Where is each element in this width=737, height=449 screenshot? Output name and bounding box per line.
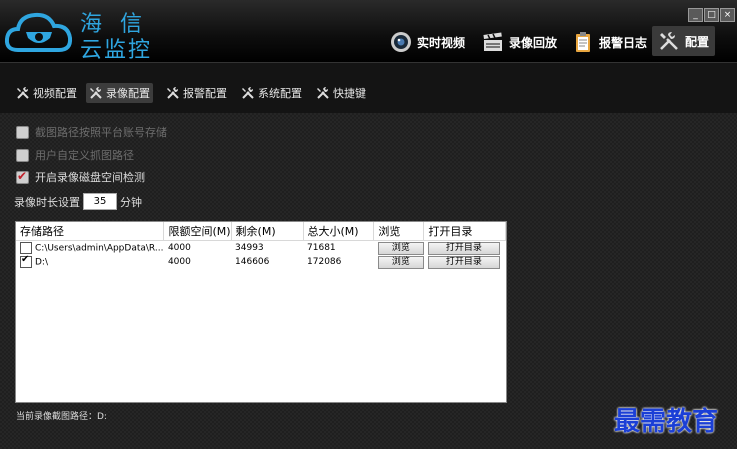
tab-video-config[interactable]: 视频配置 [13, 83, 80, 103]
nav-playback[interactable]: 录像回放 [482, 28, 557, 56]
tools-icon [242, 87, 254, 99]
close-button[interactable]: × [720, 8, 735, 22]
custom-snapshot-path-checkbox[interactable] [16, 148, 29, 162]
tools-icon [90, 87, 102, 99]
clipboard-icon [576, 32, 590, 52]
row-checkbox[interactable] [20, 254, 32, 268]
nav-label: 录像回放 [509, 35, 558, 50]
open-dir-cell: 打开目录 [424, 241, 506, 256]
tools-icon [17, 87, 29, 99]
path-text: C:\Users\admin\AppData\R... [35, 243, 164, 254]
quota-cell: 4000 [167, 243, 191, 253]
cloud-camera-logo-icon [4, 12, 73, 52]
config-tab-bar: 视频配置 录像配置 报警配置 系统配置 快捷键 [0, 62, 737, 114]
option-label: 用户自定义抓图路径 [35, 149, 134, 162]
row-checkbox[interactable] [20, 242, 32, 254]
storage-table: 存储路径 限额空间(M) 剩余(M) 总大小(M) 浏览 打开目录 C:\Use… [16, 222, 506, 269]
quota-cell: 4000 [167, 257, 191, 267]
snapshot-by-account-checkbox[interactable] [16, 125, 29, 139]
option-label: 开启录像磁盘空间检测 [35, 171, 145, 184]
record-duration-row: 录像时长设置 35 分钟 [14, 193, 142, 210]
duration-input[interactable]: 35 [83, 193, 117, 210]
table-header-row: 存储路径 限额空间(M) 剩余(M) 总大小(M) 浏览 打开目录 [16, 222, 506, 241]
top-header: 海信 云监控 实时视频 录像回放 报警日志 配置 _ □ × [0, 0, 737, 63]
path-cell: C:\Users\admin\AppData\R... [16, 241, 164, 256]
nav-label: 报警日志 [599, 35, 648, 50]
tab-record-config[interactable]: 录像配置 [86, 83, 153, 103]
nav-alarm-log[interactable]: 报警日志 [572, 28, 647, 56]
browse-button[interactable]: 浏览 [377, 241, 424, 255]
path-text: D:\ [35, 257, 48, 268]
column-header: 打开目录 [423, 222, 506, 241]
tools-icon [660, 32, 678, 50]
tab-label: 报警配置 [183, 87, 227, 100]
option-label: 截图路径按照平台账号存储 [35, 126, 167, 139]
logo-text-line2: 云监控 [80, 38, 153, 63]
column-header: 总大小(M) [303, 222, 375, 241]
disk-space-check-option[interactable]: 开启录像磁盘空间检测 [16, 169, 145, 185]
free-cell: 146606 [235, 257, 270, 267]
maximize-button[interactable]: □ [704, 8, 719, 22]
tools-icon [317, 87, 329, 99]
nav-config[interactable]: 配置 [652, 26, 716, 56]
tab-alarm-config[interactable]: 报警配置 [163, 83, 230, 103]
snapshot-by-account-option[interactable]: 截图路径按照平台账号存储 [16, 124, 167, 140]
table-row[interactable]: C:\Users\admin\AppData\R... 4000 34993 7… [16, 241, 506, 256]
column-header: 存储路径 [16, 222, 165, 241]
total-cell: 71681 [307, 243, 336, 253]
tools-icon [167, 87, 179, 99]
disk-space-check-checkbox[interactable] [16, 169, 29, 184]
tab-shortcuts[interactable]: 快捷键 [313, 83, 369, 103]
browse-cell: 浏览 [374, 255, 424, 269]
free-cell: 34993 [235, 243, 264, 253]
duration-label: 录像时长设置 [14, 195, 80, 209]
camera-lens-icon [391, 32, 411, 52]
tab-label: 快捷键 [333, 87, 366, 100]
tab-label: 录像配置 [106, 87, 150, 100]
duration-unit: 分钟 [120, 195, 142, 209]
nav-label: 配置 [685, 34, 710, 49]
watermark-text: 最需教育 [614, 407, 719, 437]
nav-live-video[interactable]: 实时视频 [390, 28, 465, 56]
custom-snapshot-path-option[interactable]: 用户自定义抓图路径 [16, 147, 134, 163]
tab-system-config[interactable]: 系统配置 [238, 83, 305, 103]
storage-table-panel: 存储路径 限额空间(M) 剩余(M) 总大小(M) 浏览 打开目录 C:\Use… [15, 221, 507, 403]
current-record-path: 当前录像截图路径：D: [16, 412, 107, 422]
minimize-button[interactable]: _ [688, 8, 703, 22]
record-config-panel: 截图路径按照平台账号存储 用户自定义抓图路径 开启录像磁盘空间检测 录像时长设置… [0, 113, 737, 449]
path-cell: D:\ [16, 254, 164, 269]
tab-label: 视频配置 [33, 87, 77, 100]
total-cell: 172086 [307, 257, 342, 267]
nav-label: 实时视频 [417, 35, 466, 50]
window-controls: _ □ × [688, 8, 735, 22]
browse-cell: 浏览 [374, 241, 424, 256]
table-row[interactable]: D:\ 4000 146606 172086 浏览 打开目录 [16, 254, 506, 269]
column-header: 剩余(M) [231, 222, 304, 241]
column-header: 浏览 [373, 222, 425, 241]
clapperboard-icon [483, 32, 502, 51]
tab-label: 系统配置 [258, 87, 302, 100]
open-directory-button[interactable]: 打开目录 [427, 255, 500, 269]
column-header: 限额空间(M) [163, 222, 232, 241]
open-directory-button[interactable]: 打开目录 [427, 241, 500, 255]
open-dir-cell: 打开目录 [424, 255, 506, 269]
browse-button[interactable]: 浏览 [377, 255, 424, 269]
